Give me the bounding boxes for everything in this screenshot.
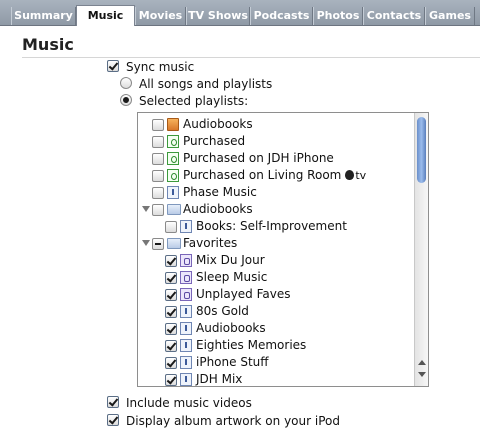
playlist-checkbox[interactable] bbox=[165, 221, 177, 233]
tab-tv-shows[interactable]: TV Shows bbox=[186, 7, 250, 25]
playlist-name: Audiobooks bbox=[183, 117, 253, 131]
smart-playlist-icon bbox=[180, 288, 192, 301]
playlist-name: Books: Self-Improvement bbox=[196, 219, 347, 233]
playlist-checkbox[interactable] bbox=[165, 340, 177, 352]
playlist-checkbox[interactable] bbox=[152, 153, 164, 165]
playlist-row[interactable]: Books: Self-Improvement bbox=[138, 218, 414, 235]
selected-playlists-label: Selected playlists: bbox=[139, 94, 249, 108]
music-playlist-icon bbox=[180, 356, 192, 369]
include-music-videos-label: Include music videos bbox=[126, 396, 252, 410]
playlist-checkbox[interactable] bbox=[165, 323, 177, 335]
tab-movies[interactable]: Movies bbox=[135, 7, 186, 25]
music-playlist-icon bbox=[167, 186, 179, 199]
scroll-up-arrow-icon[interactable] bbox=[418, 360, 426, 365]
playlist-checkbox[interactable] bbox=[165, 255, 177, 267]
playlist-name: Purchased on JDH iPhone bbox=[183, 151, 334, 165]
smart-playlist-icon bbox=[180, 271, 192, 284]
playlist-name: Audiobooks bbox=[196, 321, 266, 335]
audiobooks-icon bbox=[167, 118, 179, 131]
sync-music-label: Sync music bbox=[126, 60, 195, 74]
playlist-name: Purchased on Living Room tv bbox=[183, 168, 367, 182]
playlist-row[interactable]: Favorites bbox=[138, 235, 414, 252]
playlist-row[interactable]: Audiobooks bbox=[138, 201, 414, 218]
music-playlist-icon bbox=[180, 339, 192, 352]
tab-games[interactable]: Games bbox=[425, 7, 475, 25]
tab-summary[interactable]: Summary bbox=[11, 7, 76, 25]
playlist-name: Mix Du Jour bbox=[196, 253, 265, 267]
disclosure-triangle-icon[interactable] bbox=[142, 240, 150, 246]
playlist-name: JDH Mix bbox=[196, 372, 243, 386]
playlist-name: iPhone Stuff bbox=[196, 355, 269, 369]
display-album-artwork-label: Display album artwork on your iPod bbox=[126, 414, 340, 428]
include-music-videos-checkbox[interactable] bbox=[107, 396, 119, 408]
playlist-checkbox[interactable] bbox=[165, 289, 177, 301]
playlist-name: Eighties Memories bbox=[196, 338, 307, 352]
playlist-name: Purchased bbox=[183, 134, 246, 148]
playlist-row[interactable]: 80s Gold bbox=[138, 303, 414, 320]
purchased-playlist-icon bbox=[167, 135, 179, 148]
playlist-row[interactable]: Purchased bbox=[138, 133, 414, 150]
playlist-list[interactable]: Audiobooks Purchased Purchased on JDH iPho… bbox=[137, 112, 429, 387]
smart-playlist-icon bbox=[180, 254, 192, 267]
playlist-checkbox[interactable] bbox=[152, 204, 164, 216]
selected-playlists-radio[interactable] bbox=[120, 94, 132, 106]
tab-podcasts[interactable]: Podcasts bbox=[250, 7, 313, 25]
disclosure-triangle-icon[interactable] bbox=[142, 206, 150, 212]
playlist-name: Unplayed Faves bbox=[196, 287, 291, 301]
playlist-checkbox[interactable] bbox=[152, 170, 164, 182]
playlist-name: Phase Music bbox=[183, 185, 257, 199]
playlist-row[interactable]: iPhone Stuff bbox=[138, 354, 414, 371]
music-playlist-icon bbox=[180, 220, 192, 233]
playlist-checkbox[interactable] bbox=[165, 374, 177, 386]
scrollbar-thumb[interactable] bbox=[417, 117, 426, 183]
playlist-row[interactable]: Mix Du Jour bbox=[138, 252, 414, 269]
tab-photos[interactable]: Photos bbox=[313, 7, 363, 25]
playlist-row[interactable]: JDH Mix bbox=[138, 371, 414, 386]
playlist-list-content: Audiobooks Purchased Purchased on JDH iPho… bbox=[138, 113, 414, 386]
scroll-down-arrow-icon[interactable] bbox=[418, 372, 426, 377]
all-songs-label: All songs and playlists bbox=[139, 77, 273, 91]
purchased-playlist-icon bbox=[167, 169, 179, 182]
playlist-checkbox[interactable] bbox=[152, 187, 164, 199]
tab-bar: Summary Music Movies TV Shows Podcasts P… bbox=[0, 0, 480, 26]
folder-icon bbox=[167, 238, 181, 249]
sync-music-checkbox[interactable] bbox=[107, 60, 119, 72]
tab-contacts[interactable]: Contacts bbox=[363, 7, 425, 25]
apple-logo-icon bbox=[345, 170, 355, 180]
music-playlist-icon bbox=[180, 322, 192, 335]
apple-tv-suffix: tv bbox=[355, 169, 367, 182]
playlist-name: Sleep Music bbox=[196, 270, 268, 284]
section-divider bbox=[22, 57, 480, 58]
display-album-artwork-checkbox[interactable] bbox=[107, 414, 119, 426]
playlist-checkbox[interactable] bbox=[152, 119, 164, 131]
playlist-checkbox[interactable] bbox=[165, 272, 177, 284]
playlist-name: 80s Gold bbox=[196, 304, 249, 318]
playlist-row[interactable]: Purchased on Living Room tv bbox=[138, 167, 414, 184]
folder-icon bbox=[167, 204, 181, 215]
playlist-checkbox[interactable] bbox=[165, 357, 177, 369]
playlist-row[interactable]: Unplayed Faves bbox=[138, 286, 414, 303]
playlist-scrollbar[interactable] bbox=[414, 113, 428, 386]
playlist-row[interactable]: Purchased on JDH iPhone bbox=[138, 150, 414, 167]
playlist-row[interactable]: Sleep Music bbox=[138, 269, 414, 286]
music-playlist-icon bbox=[180, 373, 192, 386]
playlist-name: Favorites bbox=[183, 236, 238, 250]
all-songs-radio[interactable] bbox=[120, 77, 132, 89]
playlist-row[interactable]: Eighties Memories bbox=[138, 337, 414, 354]
section-title: Music bbox=[22, 35, 74, 54]
playlist-row[interactable]: Audiobooks bbox=[138, 116, 414, 133]
playlist-row[interactable]: Phase Music bbox=[138, 184, 414, 201]
tab-music[interactable]: Music bbox=[76, 5, 135, 26]
playlist-checkbox[interactable] bbox=[165, 306, 177, 318]
music-playlist-icon bbox=[180, 305, 192, 318]
playlist-name: Audiobooks bbox=[183, 202, 253, 216]
playlist-row[interactable]: Audiobooks bbox=[138, 320, 414, 337]
playlist-checkbox[interactable] bbox=[152, 238, 164, 250]
purchased-playlist-icon bbox=[167, 152, 179, 165]
playlist-checkbox[interactable] bbox=[152, 136, 164, 148]
